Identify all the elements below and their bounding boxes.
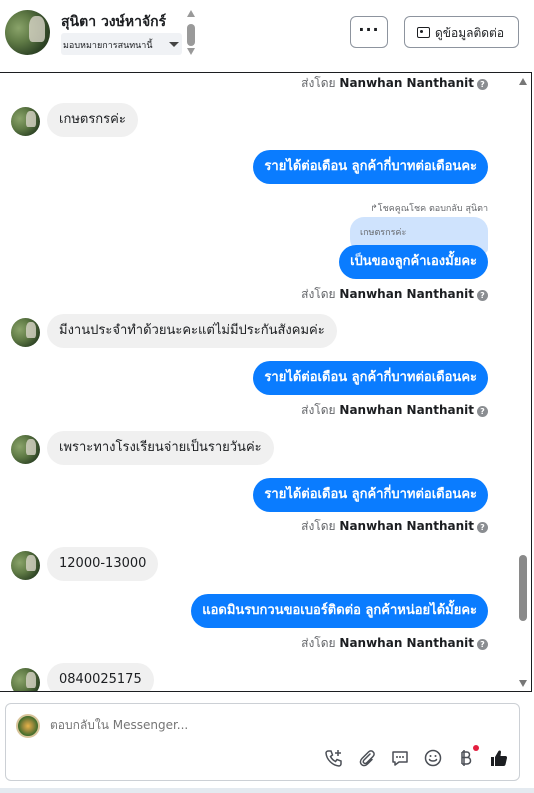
- sent-by-label: ส่งโดย Nanwhan Nanthanit?: [301, 634, 488, 653]
- sent-by-label: ส่งโดย Nanwhan Nanthanit?: [301, 74, 488, 93]
- outgoing-message[interactable]: รายได้ต่อเดือน ลูกค้ากี่บาทต่อเดือนคะ: [253, 150, 488, 184]
- emoji-icon[interactable]: [423, 748, 443, 768]
- outgoing-message[interactable]: เป็นของลูกค้าเองมั้ยคะ: [339, 245, 488, 279]
- assign-label: มอบหมายการสนทนานี้: [63, 41, 153, 51]
- outgoing-message[interactable]: แอดมินรบกวนขอเบอร์ติดต่อ ลูกค้าหน่อยได้ม…: [191, 594, 488, 628]
- outgoing-message[interactable]: รายได้ต่อเดือน ลูกค้ากี่บาทต่อเดือนคะ: [253, 361, 488, 395]
- baht-icon[interactable]: [456, 745, 479, 768]
- contact-avatar-small[interactable]: [11, 107, 40, 136]
- incoming-message[interactable]: เพราะทางโรงเรียนจ่ายเป็นรายวันค่ะ: [47, 431, 274, 465]
- sent-by-label: ส่งโดย Nanwhan Nanthanit?: [301, 401, 488, 420]
- more-options-button[interactable]: ···: [350, 16, 388, 48]
- contact-card-icon: [417, 27, 430, 38]
- contact-avatar-small[interactable]: [11, 435, 40, 464]
- header-scrollbar[interactable]: [186, 10, 196, 56]
- message-thread[interactable]: ส่งโดย Nanwhan Nanthanit? เกษตรกรค่ะ ราย…: [0, 72, 532, 692]
- scrollbar-thumb[interactable]: [187, 24, 195, 46]
- assign-conversation-dropdown[interactable]: มอบหมายการสนทนานี้: [61, 33, 182, 55]
- messenger-inbox-panel: สุนิตา วงษ์หาจักร์ มอบหมายการสนทนานี้ ··…: [0, 0, 534, 793]
- saved-reply-icon[interactable]: [390, 748, 410, 768]
- notification-dot: [473, 745, 479, 751]
- reply-input[interactable]: [50, 718, 490, 732]
- like-icon[interactable]: [489, 748, 509, 768]
- info-icon[interactable]: ?: [477, 522, 488, 533]
- scroll-up-arrow-icon[interactable]: [519, 78, 527, 85]
- contact-avatar-small[interactable]: [11, 551, 40, 580]
- phone-add-icon[interactable]: [324, 748, 344, 768]
- incoming-message[interactable]: เกษตรกรค่ะ: [47, 103, 138, 137]
- outgoing-message[interactable]: รายได้ต่อเดือน ลูกค้ากี่บาทต่อเดือนคะ: [253, 478, 488, 512]
- bottom-border: [0, 788, 534, 793]
- contact-avatar[interactable]: [5, 10, 50, 55]
- paperclip-icon[interactable]: [357, 748, 377, 768]
- contact-avatar-small[interactable]: [11, 668, 40, 691]
- scroll-down-arrow-icon[interactable]: [187, 48, 195, 55]
- page-avatar: [16, 714, 40, 738]
- reply-composer: [5, 703, 520, 781]
- info-icon[interactable]: ?: [477, 290, 488, 301]
- contact-name[interactable]: สุนิตา วงษ์หาจักร์: [61, 11, 166, 33]
- view-contact-button[interactable]: ดูข้อมูลติดต่อ: [404, 16, 519, 48]
- thread-scrollbar[interactable]: [517, 73, 529, 691]
- composer-toolbar: [311, 745, 509, 770]
- contact-avatar-small[interactable]: [11, 318, 40, 347]
- sent-by-label: ส่งโดย Nanwhan Nanthanit?: [301, 285, 488, 304]
- scrollbar-thumb[interactable]: [519, 555, 527, 621]
- incoming-message[interactable]: มีงานประจำทำด้วยนะคะแต่ไม่มีประกันสังคมค…: [47, 314, 337, 348]
- info-icon[interactable]: ?: [477, 639, 488, 650]
- view-contact-label: ดูข้อมูลติดต่อ: [435, 26, 505, 40]
- incoming-message[interactable]: 12000-13000: [47, 547, 159, 581]
- chevron-down-icon: [169, 42, 179, 47]
- info-icon[interactable]: ?: [477, 79, 488, 90]
- incoming-message[interactable]: 0840025175: [47, 663, 154, 691]
- scroll-down-arrow-icon[interactable]: [519, 680, 527, 687]
- reply-reference: ↱โชคคูณโชค ตอบกลับ สุนิตา: [370, 204, 488, 214]
- conversation-header: สุนิตา วงษ์หาจักร์ มอบหมายการสนทนานี้ ··…: [0, 0, 534, 72]
- scroll-up-arrow-icon[interactable]: [187, 10, 195, 17]
- sent-by-label: ส่งโดย Nanwhan Nanthanit?: [301, 517, 488, 536]
- info-icon[interactable]: ?: [477, 406, 488, 417]
